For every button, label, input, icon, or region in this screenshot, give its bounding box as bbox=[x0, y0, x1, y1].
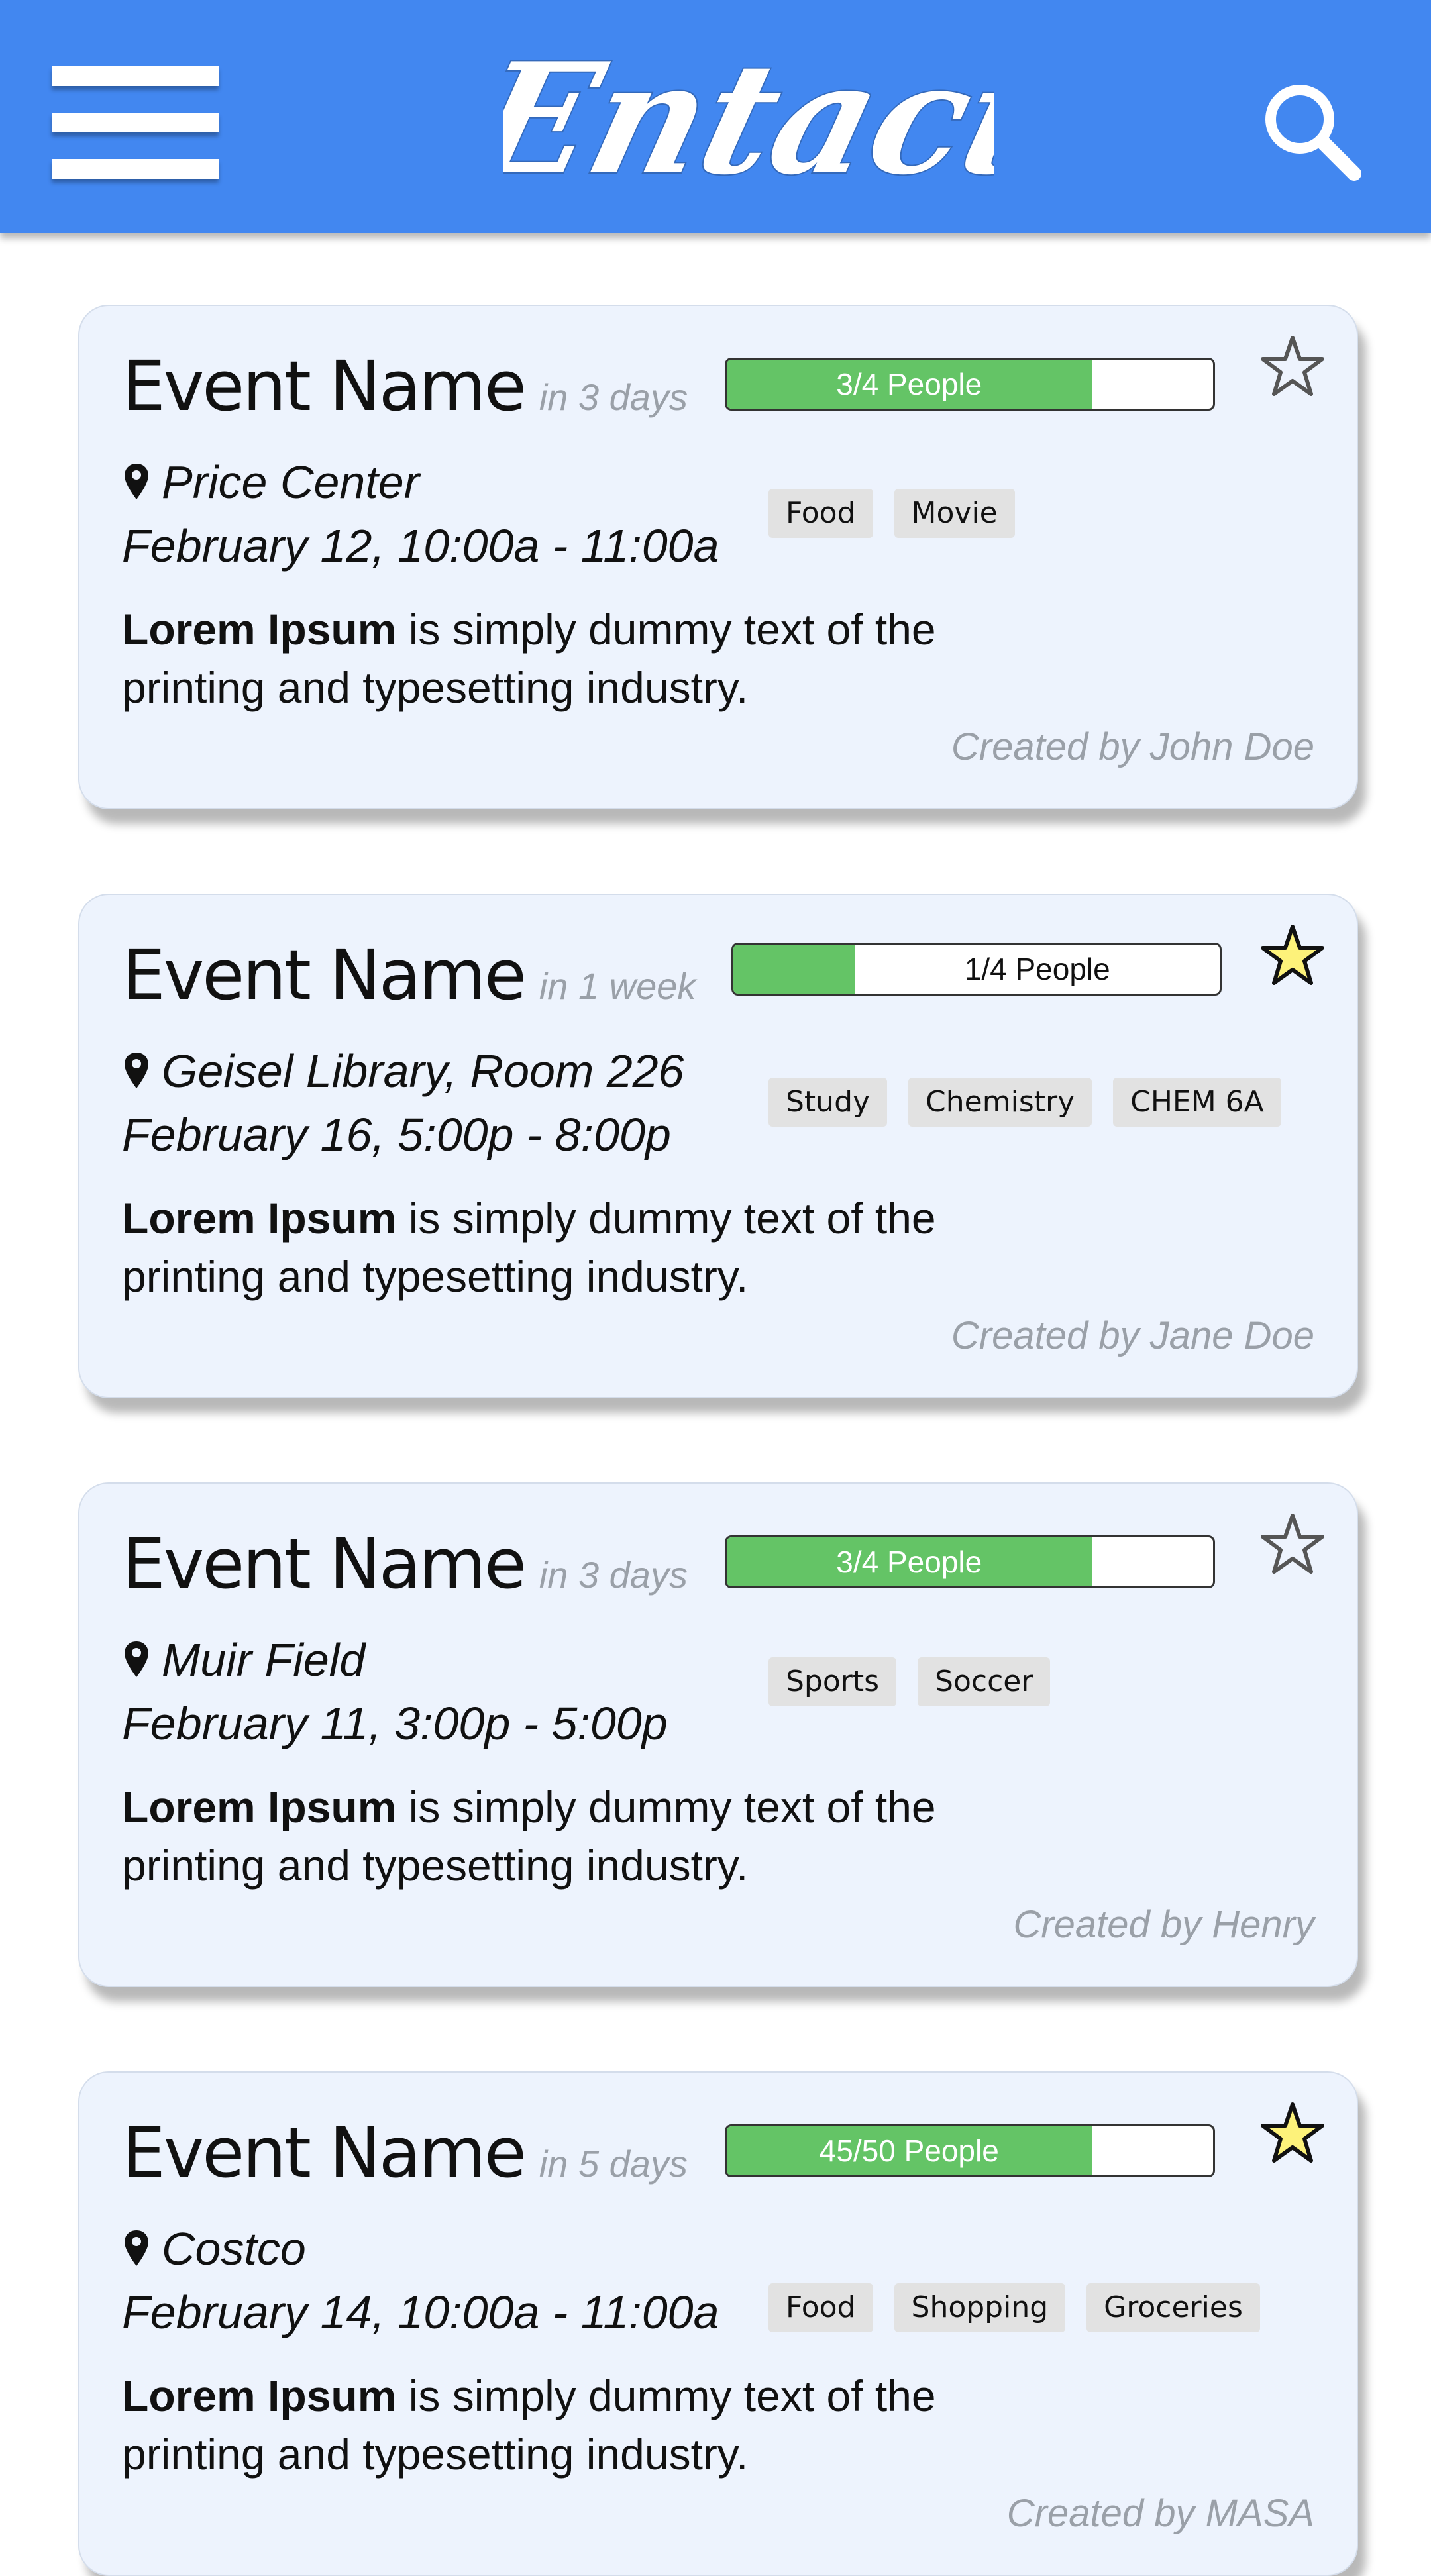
event-tag[interactable]: Groceries bbox=[1086, 2283, 1260, 2332]
event-card[interactable]: Event Name in 5 days 45/50 People Costco … bbox=[78, 2071, 1358, 2576]
event-location: Costco bbox=[123, 2222, 306, 2275]
event-tags: Study Chemistry CHEM 6A bbox=[768, 1078, 1302, 1127]
event-description: Lorem Ipsum is simply dummy text of the p… bbox=[122, 1778, 1049, 1894]
app-logo: Entact bbox=[504, 28, 994, 210]
attendance-count: 3/4 People bbox=[836, 1545, 982, 1579]
description-line1: is simply dummy text of the bbox=[396, 1782, 936, 1831]
event-time-until: in 3 days bbox=[539, 1554, 688, 1596]
location-pin-icon bbox=[125, 464, 148, 499]
event-location: Price Center bbox=[123, 456, 419, 509]
attendance-progress-bar: 1/4 People bbox=[731, 943, 1222, 996]
location-pin-icon bbox=[125, 1641, 148, 1677]
event-location-text: Geisel Library, Room 226 bbox=[162, 1045, 684, 1097]
event-tag[interactable]: Shopping bbox=[894, 2283, 1066, 2332]
event-tag[interactable]: Chemistry bbox=[908, 1078, 1092, 1127]
menu-icon-bar bbox=[52, 159, 219, 179]
event-tag[interactable]: Soccer bbox=[918, 1657, 1051, 1706]
description-bold: Lorem Ipsum bbox=[122, 605, 397, 654]
menu-icon-bar bbox=[52, 66, 219, 86]
event-tag[interactable]: Food bbox=[768, 489, 873, 538]
event-title: Event Name in 3 days bbox=[122, 1523, 688, 1604]
description-line2: printing and typesetting industry. bbox=[122, 663, 749, 712]
description-line1: is simply dummy text of the bbox=[396, 605, 936, 654]
attendance-count: 3/4 People bbox=[836, 367, 982, 401]
event-name: Event Name bbox=[122, 346, 527, 427]
description-line2: printing and typesetting industry. bbox=[122, 1252, 749, 1301]
event-tags: Food Movie bbox=[768, 489, 1036, 538]
description-bold: Lorem Ipsum bbox=[122, 2371, 397, 2420]
event-tags: Sports Soccer bbox=[768, 1657, 1071, 1706]
description-line2: printing and typesetting industry. bbox=[122, 2430, 749, 2479]
attendance-progress-bar: 3/4 People bbox=[725, 358, 1215, 411]
attendance-progress-bar: 3/4 People bbox=[725, 1535, 1215, 1588]
event-creator: Created by John Doe bbox=[951, 725, 1314, 768]
event-description: Lorem Ipsum is simply dummy text of the p… bbox=[122, 1189, 1049, 1306]
event-datetime: February 16, 5:00p - 8:00p bbox=[122, 1109, 671, 1160]
event-time-until: in 1 week bbox=[539, 965, 696, 1007]
top-app-bar: Entact bbox=[0, 0, 1431, 233]
attendance-count: 45/50 People bbox=[819, 2134, 999, 2168]
event-datetime: February 11, 3:00p - 5:00p bbox=[122, 1698, 668, 1749]
event-location: Muir Field bbox=[123, 1633, 365, 1686]
menu-icon[interactable] bbox=[52, 66, 219, 180]
attendance-progress-bar: 45/50 People bbox=[725, 2124, 1215, 2177]
location-pin-icon bbox=[125, 1053, 148, 1088]
event-creator: Created by Henry bbox=[1013, 1903, 1314, 1946]
event-tags: Food Shopping Groceries bbox=[768, 2283, 1281, 2332]
event-tag[interactable]: CHEM 6A bbox=[1113, 1078, 1281, 1127]
event-name: Event Name bbox=[122, 1523, 527, 1604]
location-pin-icon bbox=[125, 2230, 148, 2266]
favorite-star-icon[interactable] bbox=[1259, 2100, 1326, 2167]
attendance-count: 1/4 People bbox=[964, 952, 1110, 986]
event-tag[interactable]: Sports bbox=[768, 1657, 897, 1706]
search-icon[interactable] bbox=[1259, 78, 1365, 184]
event-location-text: Price Center bbox=[162, 456, 420, 508]
event-location-text: Muir Field bbox=[162, 1634, 366, 1686]
description-line1: is simply dummy text of the bbox=[396, 2371, 936, 2420]
description-line1: is simply dummy text of the bbox=[396, 1194, 936, 1243]
event-creator: Created by Jane Doe bbox=[951, 1314, 1314, 1357]
event-description: Lorem Ipsum is simply dummy text of the p… bbox=[122, 600, 1049, 717]
favorite-star-icon[interactable] bbox=[1259, 1512, 1326, 1578]
description-line2: printing and typesetting industry. bbox=[122, 1841, 749, 1890]
event-name: Event Name bbox=[122, 2112, 527, 2193]
description-bold: Lorem Ipsum bbox=[122, 1782, 397, 1831]
event-tag[interactable]: Study bbox=[768, 1078, 888, 1127]
favorite-star-icon[interactable] bbox=[1259, 923, 1326, 989]
event-creator: Created by MASA bbox=[1006, 2492, 1314, 2535]
event-datetime: February 12, 10:00a - 11:00a bbox=[122, 520, 719, 572]
event-location: Geisel Library, Room 226 bbox=[123, 1045, 684, 1098]
event-title: Event Name in 5 days bbox=[122, 2112, 688, 2193]
event-card[interactable]: Event Name in 3 days 3/4 People Muir Fiel… bbox=[78, 1482, 1358, 1987]
event-card[interactable]: Event Name in 1 week 1/4 People Geisel Li… bbox=[78, 894, 1358, 1398]
event-location-text: Costco bbox=[162, 2223, 306, 2275]
event-description: Lorem Ipsum is simply dummy text of the p… bbox=[122, 2367, 1049, 2483]
event-time-until: in 5 days bbox=[539, 2143, 688, 2185]
event-tag[interactable]: Food bbox=[768, 2283, 873, 2332]
event-card[interactable]: Event Name in 3 days 3/4 People Price Cen… bbox=[78, 305, 1358, 809]
event-title: Event Name in 1 week bbox=[122, 935, 696, 1015]
attendance-progress-fill bbox=[733, 945, 855, 994]
event-tag[interactable]: Movie bbox=[894, 489, 1015, 538]
app-logo-text: Entact bbox=[504, 30, 994, 209]
favorite-star-icon[interactable] bbox=[1259, 334, 1326, 400]
event-time-until: in 3 days bbox=[539, 376, 688, 418]
event-title: Event Name in 3 days bbox=[122, 346, 688, 427]
menu-icon-bar bbox=[52, 113, 219, 132]
event-name: Event Name bbox=[122, 935, 527, 1015]
description-bold: Lorem Ipsum bbox=[122, 1194, 397, 1243]
event-datetime: February 14, 10:00a - 11:00a bbox=[122, 2287, 719, 2338]
